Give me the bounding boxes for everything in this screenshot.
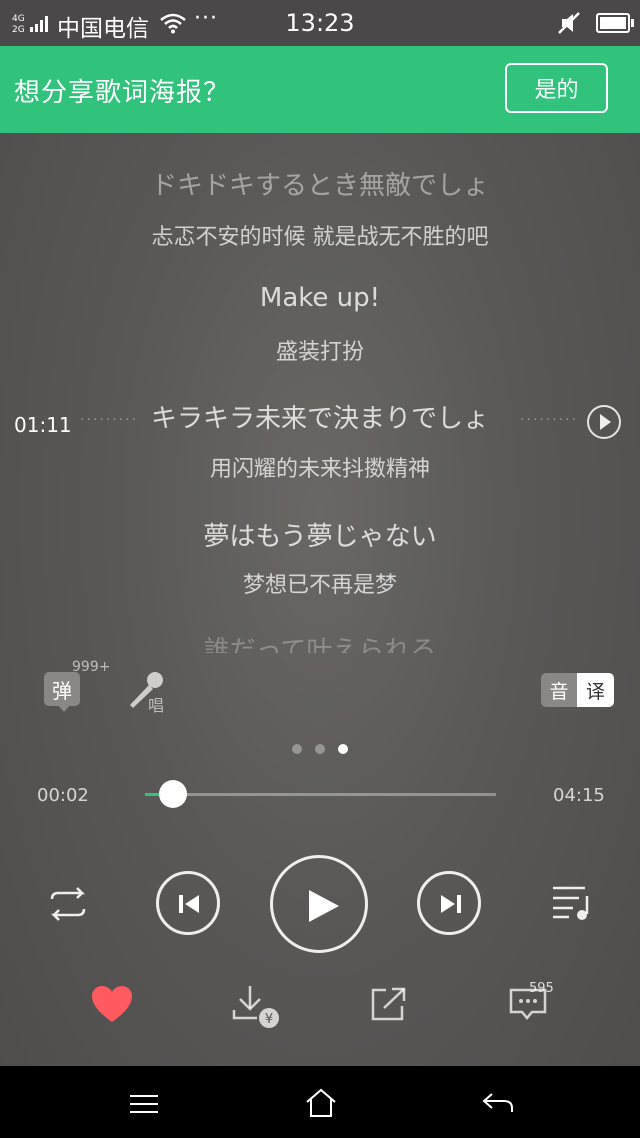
danmaku-count: 999+ bbox=[72, 659, 111, 675]
share-poster-prompt: 想分享歌词海报？ bbox=[14, 78, 231, 108]
battery-icon bbox=[596, 13, 634, 33]
lyric-line: ドキドキするとき無敵でしょ bbox=[150, 171, 489, 201]
seek-play-icon[interactable] bbox=[587, 405, 621, 439]
lyric-translation: 忐忑不安的时候 就是战无不胜的吧 bbox=[151, 225, 489, 250]
next-button[interactable] bbox=[417, 871, 481, 935]
page-dot-active bbox=[338, 744, 348, 754]
svg-text:¥: ¥ bbox=[265, 1012, 273, 1027]
play-button[interactable] bbox=[270, 855, 368, 953]
translation-toggle[interactable]: 译 bbox=[577, 673, 614, 707]
lyric-line: 夢はもう夢じゃない bbox=[203, 522, 437, 552]
share-poster-yes-button[interactable]: 是的 bbox=[505, 63, 608, 113]
mute-icon bbox=[558, 12, 580, 34]
system-nav-bar bbox=[0, 1066, 640, 1138]
repeat-icon[interactable] bbox=[44, 885, 92, 923]
lyric-translation: 用闪耀的未来抖擞精神 bbox=[209, 457, 430, 482]
sing-label: 唱 bbox=[148, 696, 165, 715]
play-icon bbox=[309, 890, 339, 922]
pronunciation-toggle[interactable]: 音 bbox=[541, 673, 577, 707]
lyric-mode-toggle[interactable]: 音 译 bbox=[541, 673, 614, 707]
share-poster-banner: 想分享歌词海报？ 是的 bbox=[0, 46, 640, 133]
seek-guide-left: ········· bbox=[80, 412, 139, 428]
progress-fill bbox=[145, 793, 159, 796]
progress-thumb[interactable] bbox=[159, 780, 187, 808]
menu-icon[interactable] bbox=[129, 1094, 159, 1114]
comment-count: 595 bbox=[529, 981, 554, 996]
progress-slider[interactable] bbox=[145, 780, 496, 808]
status-bar: 4G 2G 中国电信 ··· 13:23 bbox=[0, 0, 640, 46]
page-dot bbox=[292, 744, 302, 754]
home-icon[interactable] bbox=[305, 1088, 337, 1118]
seek-guide-right: ········· bbox=[520, 412, 579, 428]
seek-time: 01:11 bbox=[14, 413, 72, 437]
previous-button[interactable] bbox=[156, 871, 220, 935]
lyric-translation: 盛装打扮 bbox=[275, 340, 364, 365]
playlist-icon[interactable] bbox=[551, 884, 595, 922]
lyrics-panel[interactable]: ドキドキするとき無敵でしょ 忐忑不安的时候 就是战无不胜的吧 Make up! … bbox=[0, 133, 640, 653]
current-time: 00:02 bbox=[37, 785, 89, 806]
skip-next-icon bbox=[441, 895, 461, 913]
share-icon[interactable] bbox=[370, 986, 408, 1022]
danmaku-label: 弹 bbox=[52, 678, 72, 703]
page-dot bbox=[315, 744, 325, 754]
back-icon[interactable] bbox=[482, 1092, 514, 1114]
lyric-translation: 梦想已不再是梦 bbox=[242, 573, 397, 598]
danmaku-button[interactable]: 弹 bbox=[44, 672, 80, 712]
download-paid-icon[interactable]: ¥ bbox=[231, 984, 281, 1030]
lyric-line: 誰だって叶えられる bbox=[203, 636, 437, 653]
heart-icon[interactable] bbox=[90, 984, 134, 1024]
lyric-line: Make up! bbox=[259, 283, 381, 313]
skip-previous-icon bbox=[179, 895, 199, 913]
clock: 13:23 bbox=[285, 9, 355, 37]
page-indicator bbox=[0, 744, 640, 754]
total-time: 04:15 bbox=[553, 785, 605, 806]
